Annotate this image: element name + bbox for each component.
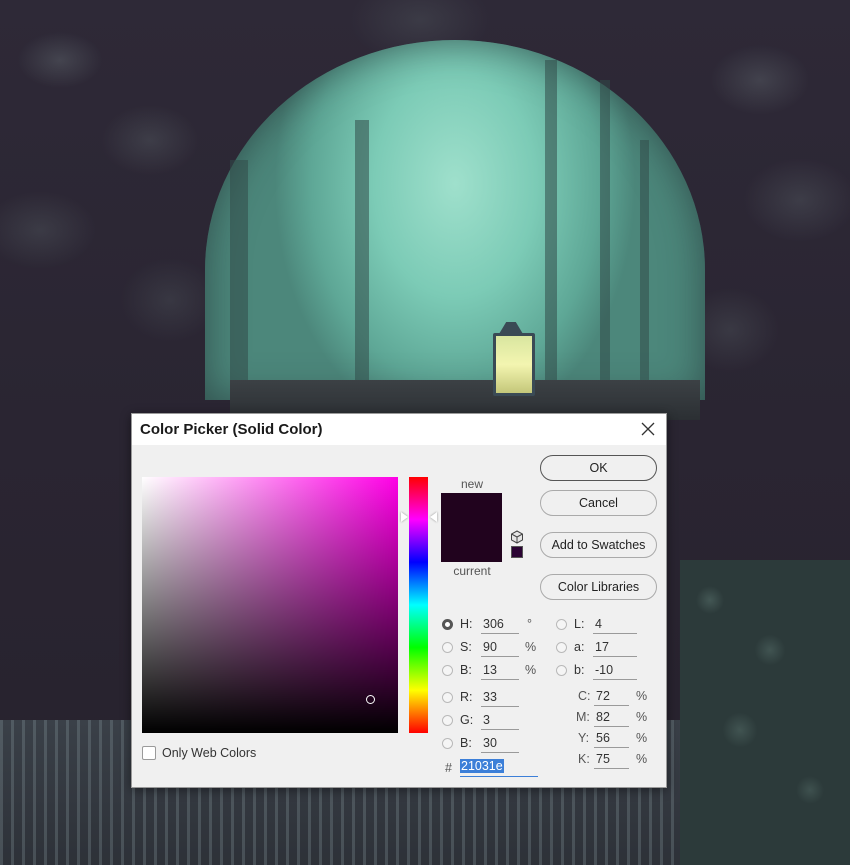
dialog-titlebar[interactable]: Color Picker (Solid Color) xyxy=(132,414,666,445)
hue-unit: ° xyxy=(527,617,532,631)
brightness-radio[interactable] xyxy=(442,665,453,676)
new-color-swatch xyxy=(441,493,502,527)
hue-row: H: 306 ° xyxy=(442,616,542,636)
tree-trunk xyxy=(355,120,369,390)
yellow-label: Y: xyxy=(578,731,590,745)
blue-label: B: xyxy=(460,736,472,750)
black-unit: % xyxy=(636,752,648,766)
red-input[interactable]: 33 xyxy=(481,690,519,707)
tree-trunk xyxy=(230,160,248,390)
close-icon xyxy=(641,422,655,436)
current-color-swatch[interactable] xyxy=(441,527,502,562)
hue-input[interactable]: 306 xyxy=(481,617,519,634)
tree-trunk xyxy=(600,80,610,390)
lab-a-row: a: 17 xyxy=(556,639,646,659)
magenta-label: M: xyxy=(576,710,590,724)
yellow-row: Y: 56 % xyxy=(576,730,666,750)
color-libraries-button[interactable]: Color Libraries xyxy=(540,574,657,600)
color-picker-dialog: Color Picker (Solid Color) new current O… xyxy=(131,413,667,788)
red-radio[interactable] xyxy=(442,692,453,703)
cyan-input[interactable]: 72 xyxy=(594,689,629,706)
cyan-unit: % xyxy=(636,689,648,703)
lab-l-label: L: xyxy=(574,617,585,631)
saturation-input[interactable]: 90 xyxy=(481,640,519,657)
black-label: K: xyxy=(578,752,590,766)
magenta-row: M: 82 % xyxy=(576,709,666,729)
hue-slider[interactable] xyxy=(409,477,428,733)
yellow-input[interactable]: 56 xyxy=(594,731,629,748)
hex-hash-label: # xyxy=(445,761,452,775)
out-of-web-gamut-cube-icon[interactable] xyxy=(510,530,524,544)
web-safe-color-swatch[interactable] xyxy=(511,546,523,558)
lab-b-row: b: -10 xyxy=(556,662,646,682)
green-radio[interactable] xyxy=(442,715,453,726)
green-row: G: 3 xyxy=(442,712,542,732)
saturation-radio[interactable] xyxy=(442,642,453,653)
lab-l-row: L: 4 xyxy=(556,616,646,636)
black-row: K: 75 % xyxy=(576,751,666,771)
black-input[interactable]: 75 xyxy=(594,752,629,769)
saturation-label: S: xyxy=(460,640,472,654)
blue-input[interactable]: 30 xyxy=(481,736,519,753)
new-color-label: new xyxy=(460,477,483,491)
close-button[interactable] xyxy=(636,418,660,440)
color-field-cursor[interactable] xyxy=(366,695,375,704)
blue-radio[interactable] xyxy=(442,738,453,749)
hex-input[interactable]: 21031e xyxy=(460,759,538,777)
current-color-label: current xyxy=(453,564,491,578)
lab-l-radio[interactable] xyxy=(556,619,567,630)
lab-a-input[interactable]: 17 xyxy=(593,640,637,657)
lab-b-radio[interactable] xyxy=(556,665,567,676)
only-web-colors-checkbox[interactable] xyxy=(142,746,156,760)
lab-l-input[interactable]: 4 xyxy=(593,617,637,634)
tree-trunk xyxy=(640,140,649,390)
hue-slider-handle-left[interactable] xyxy=(401,512,408,522)
hue-label: H: xyxy=(460,617,473,631)
tree-trunk xyxy=(545,60,557,390)
ok-button[interactable]: OK xyxy=(540,455,657,481)
brightness-input[interactable]: 13 xyxy=(481,663,519,680)
lab-a-radio[interactable] xyxy=(556,642,567,653)
brightness-label: B: xyxy=(460,663,472,677)
blue-row: B: 30 xyxy=(442,735,542,755)
saturation-brightness-field[interactable] xyxy=(142,477,398,733)
hue-slider-handle-right[interactable] xyxy=(430,512,437,522)
saturation-row: S: 90 % xyxy=(442,639,542,659)
yellow-unit: % xyxy=(636,731,648,745)
hex-value-selected[interactable]: 21031e xyxy=(460,759,504,773)
cancel-button[interactable]: Cancel xyxy=(540,490,657,516)
magenta-input[interactable]: 82 xyxy=(594,710,629,727)
red-row: R: 33 xyxy=(442,689,542,709)
brightness-unit: % xyxy=(525,663,537,677)
only-web-colors-label: Only Web Colors xyxy=(162,746,257,760)
saturation-unit: % xyxy=(525,640,537,654)
red-label: R: xyxy=(460,690,473,704)
cyan-label: C: xyxy=(578,689,591,703)
lab-b-input[interactable]: -10 xyxy=(593,663,637,680)
green-input[interactable]: 3 xyxy=(481,713,519,730)
add-to-swatches-button[interactable]: Add to Swatches xyxy=(540,532,657,558)
dialog-title: Color Picker (Solid Color) xyxy=(140,421,323,438)
brightness-row: B: 13 % xyxy=(442,662,542,682)
hue-radio[interactable] xyxy=(442,619,453,630)
cyan-row: C: 72 % xyxy=(576,688,666,708)
lab-b-label: b: xyxy=(574,663,585,677)
magenta-unit: % xyxy=(636,710,648,724)
lab-a-label: a: xyxy=(574,640,585,654)
foliage xyxy=(680,560,850,865)
lantern xyxy=(493,333,535,396)
green-label: G: xyxy=(460,713,474,727)
